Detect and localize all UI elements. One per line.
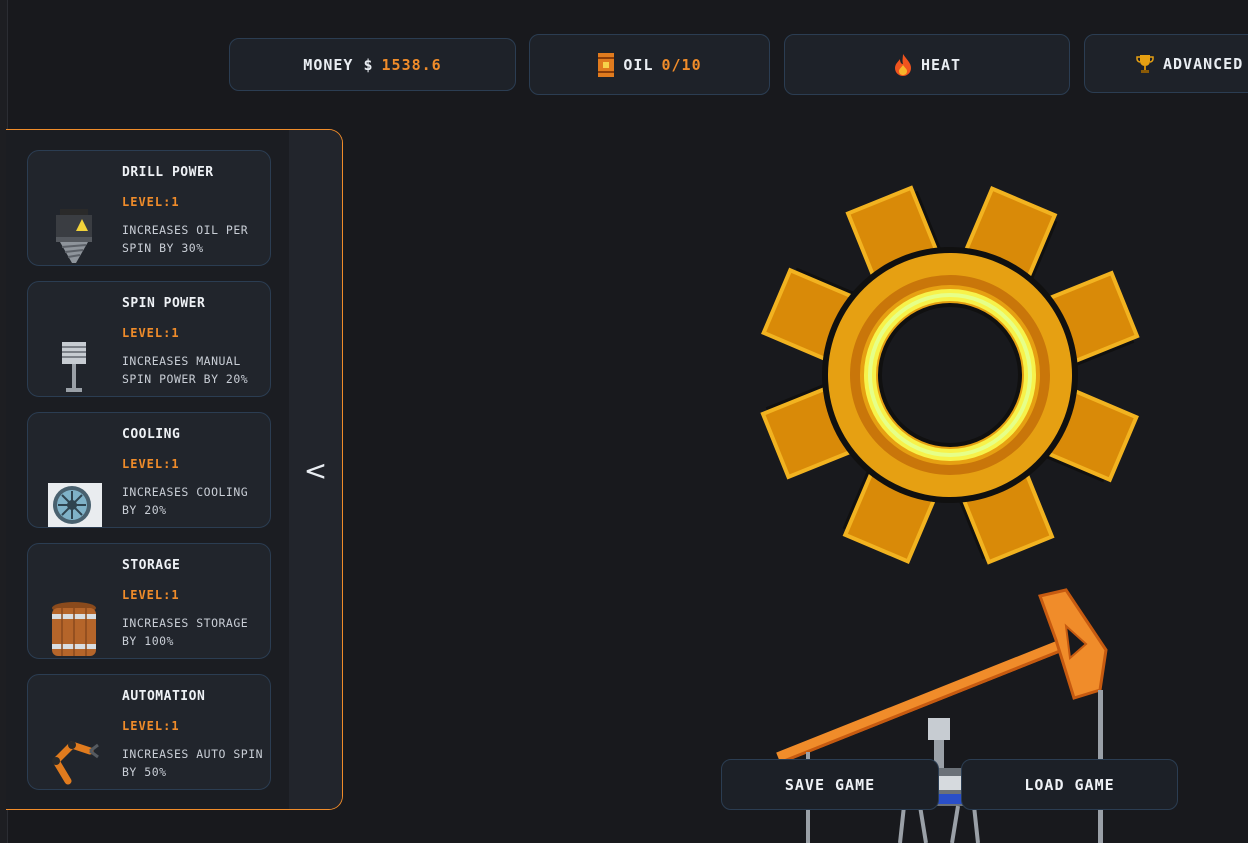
upgrade-level: LEVEL:1 (122, 326, 180, 340)
upgrade-name: SPIN POWER (122, 296, 206, 311)
upgrade-description: INCREASES OIL PER SPIN BY 30% (122, 223, 249, 255)
barrel-icon (52, 602, 96, 656)
upgrade-name: AUTOMATION (122, 689, 206, 704)
drill-icon (56, 209, 92, 263)
upgrade-card-drill-power[interactable]: DRILL POWER LEVEL:1 INCREASES OIL PER SP… (27, 150, 271, 266)
upgrade-level: LEVEL:1 (122, 195, 180, 209)
flame-icon (894, 53, 911, 76)
upgrade-level: LEVEL:1 (122, 588, 180, 602)
oil-stat: OIL 0/10 (529, 34, 770, 95)
upgrade-card-storage[interactable]: STORAGE LEVEL:1 INCREASES STORAGE BY 100… (27, 543, 271, 659)
upgrade-name: COOLING (122, 427, 181, 442)
upgrades-panel: < DRILL POWER LEVEL:1 INCREASES OIL PER … (6, 129, 343, 810)
heat-stat: HEAT (784, 34, 1070, 95)
upgrade-level: LEVEL:1 (122, 719, 180, 733)
advanced-label: ADVANCED (1163, 54, 1244, 73)
upgrade-description: INCREASES COOLING BY 20% (122, 485, 249, 517)
trophy-icon (1136, 54, 1154, 73)
load-game-button[interactable]: LOAD GAME (961, 759, 1178, 810)
upgrade-description: INCREASES AUTO SPIN BY 50% (122, 747, 264, 779)
upgrade-card-automation[interactable]: AUTOMATION LEVEL:1 INCREASES AUTO SPIN B… (27, 674, 271, 790)
upgrade-name: STORAGE (122, 558, 181, 573)
save-game-button[interactable]: SAVE GAME (721, 759, 939, 810)
money-stat: MONEY $ 1538.6 (229, 38, 516, 91)
collapse-panel-button[interactable]: < (289, 445, 342, 495)
upgrade-description: INCREASES STORAGE BY 100% (122, 616, 249, 648)
money-label: MONEY $ (303, 55, 374, 74)
robot-arm-icon (52, 740, 99, 785)
upgrade-level: LEVEL:1 (122, 457, 180, 471)
advanced-tab[interactable]: ADVANCED (1084, 34, 1248, 93)
oil-barrel-icon (598, 52, 615, 77)
money-value: 1538.6 (381, 55, 442, 74)
fan-icon (48, 483, 102, 527)
game-screen: MONEY $ 1538.6 OIL 0/10 HEAT ADVANCED < … (0, 0, 1248, 843)
piston-icon (62, 342, 86, 392)
upgrade-name: DRILL POWER (122, 165, 214, 180)
upgrade-card-spin-power[interactable]: SPIN POWER LEVEL:1 INCREASES MANUAL SPIN… (27, 281, 271, 397)
oil-label: OIL (623, 55, 654, 74)
upgrade-card-cooling[interactable]: COOLING LEVEL:1 INCREASES COOLING BY 20% (27, 412, 271, 528)
oil-value: 0/10 (661, 55, 702, 74)
upgrade-description: INCREASES MANUAL SPIN POWER BY 20% (122, 354, 249, 386)
heat-label: HEAT (920, 55, 962, 74)
spin-gear-icon[interactable] (750, 175, 1150, 575)
